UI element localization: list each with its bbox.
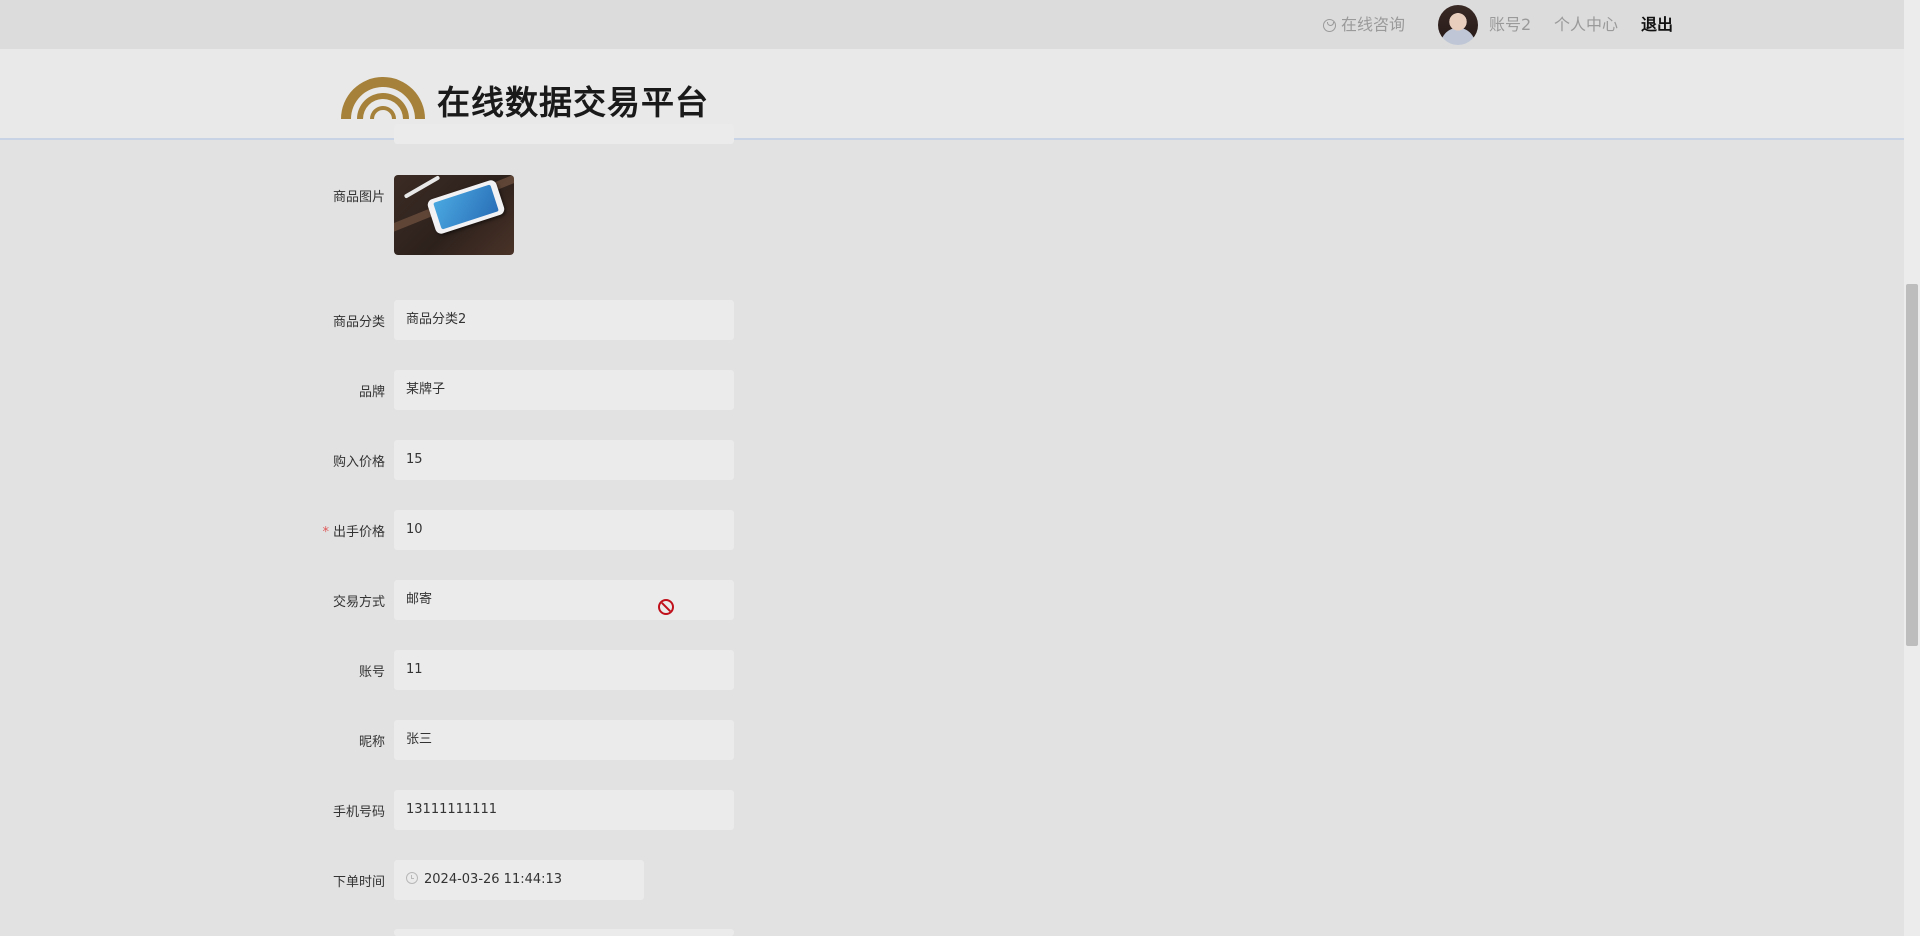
clock-icon <box>406 872 418 884</box>
order-time-label: 下单时间 <box>332 875 385 890</box>
sell-price-label-text: 出手价格 <box>332 525 385 540</box>
category-field[interactable]: 商品分类2 <box>394 300 734 340</box>
sell-price-label: * 出手价格 <box>245 521 385 540</box>
brand-field[interactable]: 某牌子 <box>394 370 734 410</box>
account-label: 账号 <box>358 665 385 680</box>
online-consult-label: 在线咨询 <box>1341 15 1406 34</box>
profile-link[interactable]: 个人中心 <box>1554 0 1618 49</box>
logo-icon[interactable] <box>337 64 429 122</box>
online-consult-link[interactable]: 在线咨询 <box>1323 0 1405 49</box>
top-bar: 在线咨询 账号2 个人中心 退出 <box>0 0 1904 49</box>
previous-field <box>394 124 734 144</box>
trade-method-field[interactable]: 邮寄 <box>394 580 734 620</box>
site-header: 在线数据交易平台 <box>0 49 1904 140</box>
phone-label: 手机号码 <box>332 805 385 820</box>
logout-link[interactable]: 退出 <box>1641 0 1673 49</box>
user-circle-icon <box>1323 19 1336 32</box>
order-time-field[interactable]: 2024-03-26 11:44:13 <box>394 860 644 900</box>
sell-price-field[interactable]: 10 <box>394 510 734 550</box>
site-title[interactable]: 在线数据交易平台 <box>437 76 709 124</box>
page-scrollbar[interactable] <box>1904 0 1920 936</box>
phone-field[interactable]: 13111111111 <box>394 790 734 830</box>
not-allowed-icon <box>658 599 674 615</box>
category-label: 商品分类 <box>332 315 385 330</box>
trade-method-label: 交易方式 <box>332 595 385 610</box>
avatar[interactable] <box>1438 5 1478 45</box>
username-link[interactable]: 账号2 <box>1489 0 1531 49</box>
scrollbar-thumb[interactable] <box>1906 284 1918 646</box>
required-mark: * <box>322 525 329 540</box>
purchase-price-field[interactable]: 15 <box>394 440 734 480</box>
order-time-value: 2024-03-26 11:44:13 <box>424 872 563 887</box>
nickname-label: 昵称 <box>358 735 385 750</box>
purchase-price-label: 购入价格 <box>332 455 385 470</box>
next-field <box>394 929 734 936</box>
product-image-label: 商品图片 <box>332 190 385 205</box>
nickname-field[interactable]: 张三 <box>394 720 734 760</box>
brand-label: 品牌 <box>358 385 385 400</box>
account-field[interactable]: 11 <box>394 650 734 690</box>
product-image[interactable] <box>394 175 514 255</box>
